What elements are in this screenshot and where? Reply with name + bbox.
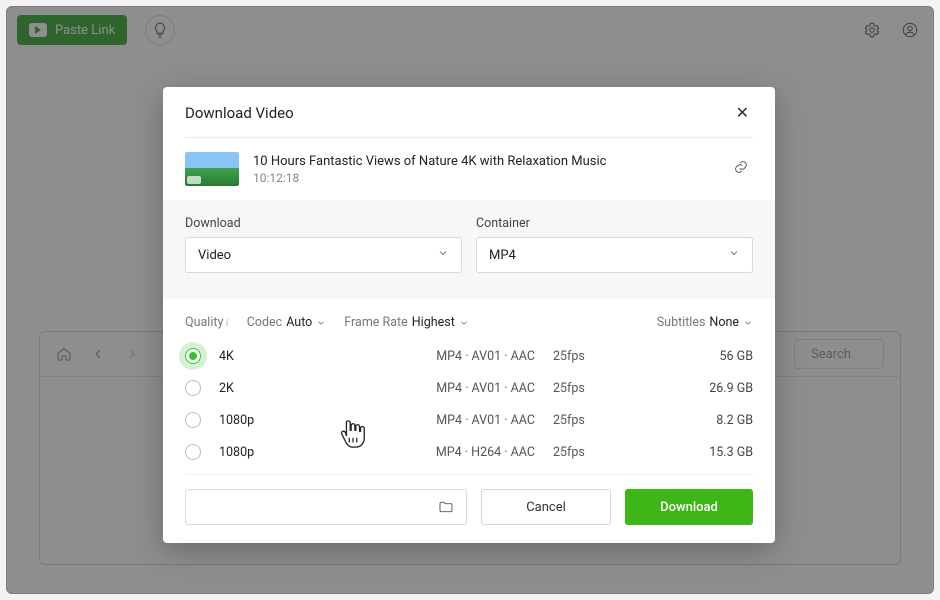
container-value: MP4 <box>489 248 516 263</box>
container-select[interactable]: MP4 <box>476 237 753 273</box>
quality-list: 4K MP4 · AV01 · AAC 25fps 56 GB 2K MP4 ·… <box>163 340 775 474</box>
quality-radio[interactable] <box>185 444 201 460</box>
quality-codec: MP4 · AV01 · AAC <box>393 349 543 364</box>
chevron-down-icon <box>316 318 326 328</box>
chevron-down-icon <box>437 247 449 263</box>
download-button[interactable]: Download <box>625 489 753 525</box>
quality-heading: Quality i <box>185 315 229 330</box>
video-duration: 10:12:18 <box>253 171 715 185</box>
video-row: 10 Hours Fantastic Views of Nature 4K wi… <box>163 138 775 200</box>
quality-radio[interactable] <box>185 380 201 396</box>
quality-fps: 25fps <box>543 413 643 428</box>
format-block: Download Video Container MP4 <box>163 200 775 299</box>
quality-size: 56 GB <box>643 349 753 364</box>
subtitles-select[interactable]: Subtitles None <box>657 315 753 330</box>
quality-row[interactable]: 1080p MP4 · H264 · AAC 25fps 15.3 GB <box>185 436 753 468</box>
copy-link-button[interactable] <box>729 155 753 183</box>
container-label: Container <box>476 216 753 231</box>
quality-codec: MP4 · H264 · AAC <box>393 445 543 460</box>
quality-resolution: 1080p <box>219 445 393 460</box>
quality-radio[interactable] <box>185 348 201 364</box>
quality-resolution: 1080p <box>219 413 393 428</box>
close-button[interactable]: ✕ <box>732 101 753 125</box>
chevron-down-icon <box>459 318 469 328</box>
video-title: 10 Hours Fantastic Views of Nature 4K wi… <box>253 154 715 169</box>
quality-fps: 25fps <box>543 349 643 364</box>
quality-size: 15.3 GB <box>643 445 753 460</box>
quality-resolution: 4K <box>219 349 393 364</box>
quality-row[interactable]: 2K MP4 · AV01 · AAC 25fps 26.9 GB <box>185 372 753 404</box>
quality-resolution: 2K <box>219 381 393 396</box>
video-thumbnail <box>185 152 239 186</box>
quality-row[interactable]: 1080p MP4 · AV01 · AAC 25fps 8.2 GB <box>185 404 753 436</box>
quality-fps: 25fps <box>543 445 643 460</box>
chevron-down-icon <box>728 247 740 263</box>
dialog-header: Download Video ✕ <box>163 87 775 137</box>
dialog-title: Download Video <box>185 104 294 122</box>
quality-fps: 25fps <box>543 381 643 396</box>
folder-icon <box>438 499 454 515</box>
quality-codec: MP4 · AV01 · AAC <box>393 413 543 428</box>
quality-radio[interactable] <box>185 412 201 428</box>
framerate-select[interactable]: Frame Rate Highest <box>344 315 468 330</box>
download-type-select[interactable]: Video <box>185 237 462 273</box>
filter-row: Quality i Codec Auto Frame Rate Highest … <box>163 299 775 340</box>
quality-size: 8.2 GB <box>643 413 753 428</box>
codec-select[interactable]: Codec Auto <box>247 315 327 330</box>
link-icon <box>733 159 749 175</box>
download-type-value: Video <box>198 248 231 263</box>
info-icon[interactable]: i <box>225 315 228 330</box>
save-path-field[interactable] <box>185 489 467 525</box>
dialog-footer: Cancel Download <box>163 475 775 543</box>
download-dialog: Download Video ✕ 10 Hours Fantastic View… <box>163 87 775 543</box>
cancel-button[interactable]: Cancel <box>481 489 611 525</box>
quality-codec: MP4 · AV01 · AAC <box>393 381 543 396</box>
quality-size: 26.9 GB <box>643 381 753 396</box>
chevron-down-icon <box>743 318 753 328</box>
quality-row[interactable]: 4K MP4 · AV01 · AAC 25fps 56 GB <box>185 340 753 372</box>
download-type-label: Download <box>185 216 462 231</box>
